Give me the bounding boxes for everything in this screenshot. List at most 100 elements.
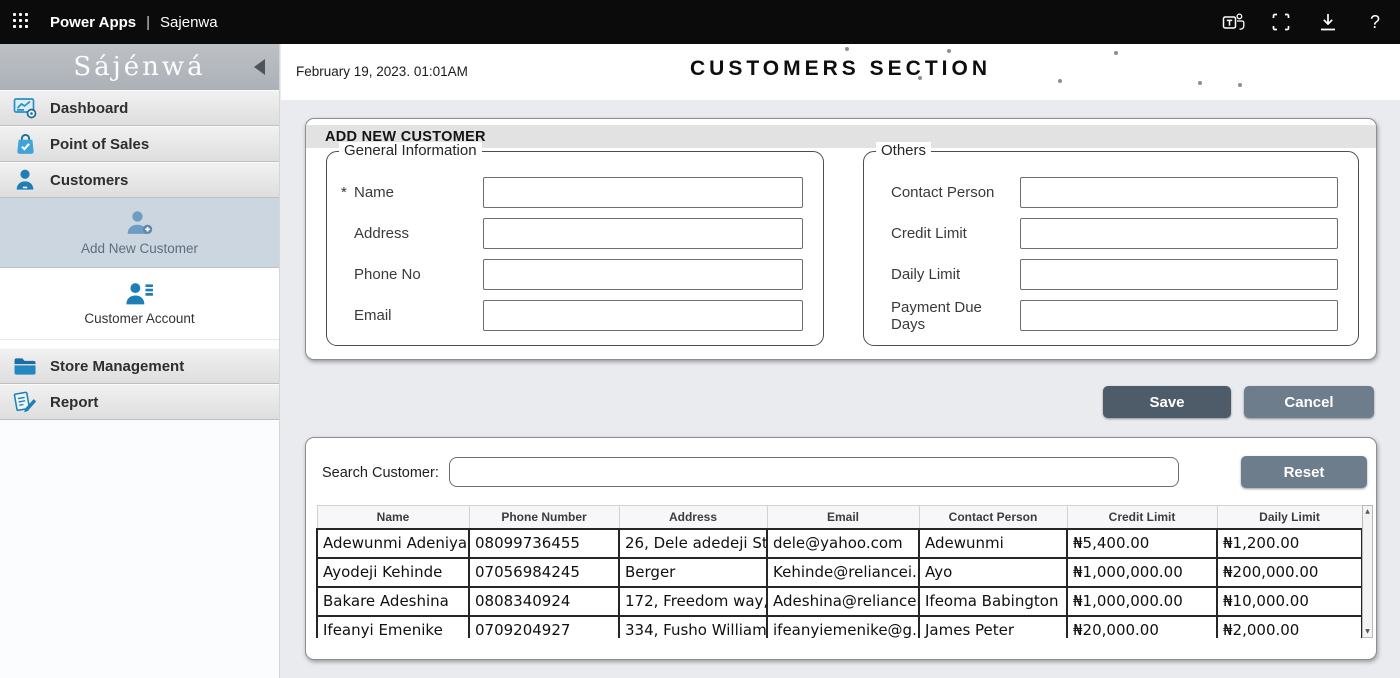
reset-button[interactable]: Reset bbox=[1241, 456, 1367, 488]
table-cell[interactable]: 07056984245 bbox=[469, 558, 619, 587]
sidebar-subitem-add-new-customer[interactable]: Add New Customer bbox=[0, 198, 279, 268]
sidebar-nav: Dashboard Point of Sales Customers Add N… bbox=[0, 90, 279, 420]
table-cell[interactable]: 0709204927 bbox=[469, 616, 619, 639]
shopping-bag-icon bbox=[9, 132, 41, 156]
decor-dot bbox=[1238, 83, 1242, 87]
sidebar: Sájénwá Dashboard Point of Sales Custome… bbox=[0, 44, 280, 678]
fieldset-legend: General Information bbox=[339, 142, 482, 159]
contact-person-label: Contact Person bbox=[878, 184, 1020, 201]
general-information-fieldset: General Information *Name Address Phone … bbox=[326, 151, 824, 346]
table-cell[interactable]: Ifeanyi Emenike bbox=[317, 616, 469, 639]
search-customer-input[interactable] bbox=[449, 457, 1179, 487]
column-header[interactable]: Daily Limit bbox=[1217, 506, 1362, 529]
email-label: Email bbox=[341, 307, 483, 324]
sidebar-item-store-management[interactable]: Store Management bbox=[0, 348, 279, 384]
table-cell[interactable]: ₦2,000.00 bbox=[1217, 616, 1362, 639]
column-header[interactable]: Name bbox=[317, 506, 469, 529]
table-cell[interactable]: Adewunmi Adeniyan bbox=[317, 529, 469, 558]
table-cell[interactable]: Ayo bbox=[919, 558, 1067, 587]
sidebar-item-dashboard[interactable]: Dashboard bbox=[0, 90, 279, 126]
folder-icon bbox=[9, 356, 41, 377]
table-cell[interactable]: Kehinde@reliancei... bbox=[767, 558, 919, 587]
decor-dot bbox=[845, 47, 849, 51]
table-cell[interactable]: Berger bbox=[619, 558, 767, 587]
table-cell[interactable]: 172, Freedom way, ... bbox=[619, 587, 767, 616]
daily-limit-input[interactable] bbox=[1020, 259, 1338, 290]
table-cell[interactable]: Ayodeji Kehinde bbox=[317, 558, 469, 587]
customer-table-grid: NamePhone NumberAddressEmailContact Pers… bbox=[316, 505, 1363, 638]
report-icon bbox=[9, 390, 41, 415]
table-cell[interactable]: ₦1,200.00 bbox=[1217, 529, 1362, 558]
table-row[interactable]: Bakare Adeshina0808340924172, Freedom wa… bbox=[317, 587, 1362, 616]
customer-list-panel: Search Customer: Reset NamePhone NumberA… bbox=[305, 437, 1377, 660]
table-row[interactable]: Adewunmi Adeniyan0809973645526, Dele ade… bbox=[317, 529, 1362, 558]
address-label: Address bbox=[341, 225, 483, 242]
help-icon[interactable]: ? bbox=[1363, 10, 1387, 34]
table-cell[interactable]: ₦1,000,000.00 bbox=[1067, 587, 1217, 616]
table-row[interactable]: Ayodeji Kehinde07056984245BergerKehinde@… bbox=[317, 558, 1362, 587]
contact-person-input[interactable] bbox=[1020, 177, 1338, 208]
form-actions: Save Cancel bbox=[1103, 386, 1374, 418]
table-cell[interactable]: 26, Dele adedeji Str... bbox=[619, 529, 767, 558]
table-cell[interactable]: Bakare Adeshina bbox=[317, 587, 469, 616]
app-launcher-icon[interactable] bbox=[13, 13, 31, 31]
scroll-down-icon[interactable]: ▼ bbox=[1363, 628, 1372, 635]
sidebar-item-point-of-sales[interactable]: Point of Sales bbox=[0, 126, 279, 162]
credit-limit-input[interactable] bbox=[1020, 218, 1338, 249]
app-logo: Sájénwá bbox=[73, 52, 205, 82]
payment-due-days-label: Payment Due Days bbox=[878, 299, 1020, 333]
download-icon[interactable] bbox=[1316, 10, 1340, 34]
column-header[interactable]: Credit Limit bbox=[1067, 506, 1217, 529]
app-name[interactable]: Power Apps bbox=[50, 14, 136, 31]
daily-limit-label: Daily Limit bbox=[878, 266, 1020, 283]
scroll-up-icon[interactable]: ▲ bbox=[1363, 508, 1372, 515]
table-cell[interactable]: Ifeoma Babington bbox=[919, 587, 1067, 616]
decor-dot bbox=[1058, 79, 1062, 83]
table-row[interactable]: Ifeanyi Emenike0709204927334, Fusho Will… bbox=[317, 616, 1362, 639]
main-area: February 19, 2023. 01:01AM CUSTOMERS SEC… bbox=[281, 44, 1400, 678]
payment-due-days-input[interactable] bbox=[1020, 300, 1338, 331]
cancel-button[interactable]: Cancel bbox=[1244, 386, 1374, 418]
phone-input[interactable] bbox=[483, 259, 803, 290]
table-cell[interactable]: ₦10,000.00 bbox=[1217, 587, 1362, 616]
search-customer-label: Search Customer: bbox=[322, 465, 439, 481]
table-scrollbar[interactable]: ▲ ▼ bbox=[1362, 505, 1373, 638]
table-cell[interactable]: ₦200,000.00 bbox=[1217, 558, 1362, 587]
sidebar-item-label: Report bbox=[50, 394, 98, 411]
table-cell[interactable]: James Peter bbox=[919, 616, 1067, 639]
table-cell[interactable]: ₦1,000,000.00 bbox=[1067, 558, 1217, 587]
table-cell[interactable]: 0808340924 bbox=[469, 587, 619, 616]
table-cell[interactable]: Adeshina@reliancei... bbox=[767, 587, 919, 616]
sidebar-item-customers[interactable]: Customers bbox=[0, 162, 279, 198]
table-cell[interactable]: dele@yahoo.com bbox=[767, 529, 919, 558]
table-cell[interactable]: 08099736455 bbox=[469, 529, 619, 558]
person-list-icon bbox=[124, 282, 155, 307]
sidebar-subitem-label: Add New Customer bbox=[81, 241, 198, 256]
sidebar-item-label: Store Management bbox=[50, 358, 184, 375]
sidebar-item-report[interactable]: Report bbox=[0, 384, 279, 420]
collapse-sidebar-icon[interactable] bbox=[252, 58, 266, 76]
table-cell[interactable]: 334, Fusho Williams... bbox=[619, 616, 767, 639]
fieldset-legend: Others bbox=[876, 142, 931, 159]
column-header[interactable]: Address bbox=[619, 506, 767, 529]
sidebar-subitem-customer-account[interactable]: Customer Account bbox=[0, 268, 279, 340]
decor-dot bbox=[918, 76, 922, 80]
table-cell[interactable]: ₦20,000.00 bbox=[1067, 616, 1217, 639]
decor-dot bbox=[1198, 81, 1202, 85]
save-button[interactable]: Save bbox=[1103, 386, 1231, 418]
name-input[interactable] bbox=[483, 177, 803, 208]
address-input[interactable] bbox=[483, 218, 803, 249]
required-marker: * bbox=[341, 184, 347, 201]
column-header[interactable]: Contact Person bbox=[919, 506, 1067, 529]
table-header-row: NamePhone NumberAddressEmailContact Pers… bbox=[317, 506, 1362, 529]
email-input[interactable] bbox=[483, 300, 803, 331]
table-cell[interactable]: Adewunmi bbox=[919, 529, 1067, 558]
column-header[interactable]: Email bbox=[767, 506, 919, 529]
table-cell[interactable]: ifeanyiemenike@g... bbox=[767, 616, 919, 639]
column-header[interactable]: Phone Number bbox=[469, 506, 619, 529]
person-icon bbox=[9, 168, 41, 192]
fit-screen-icon[interactable] bbox=[1269, 10, 1293, 34]
teams-icon[interactable] bbox=[1222, 10, 1246, 34]
page-header: February 19, 2023. 01:01AM CUSTOMERS SEC… bbox=[281, 44, 1400, 100]
table-cell[interactable]: ₦5,400.00 bbox=[1067, 529, 1217, 558]
